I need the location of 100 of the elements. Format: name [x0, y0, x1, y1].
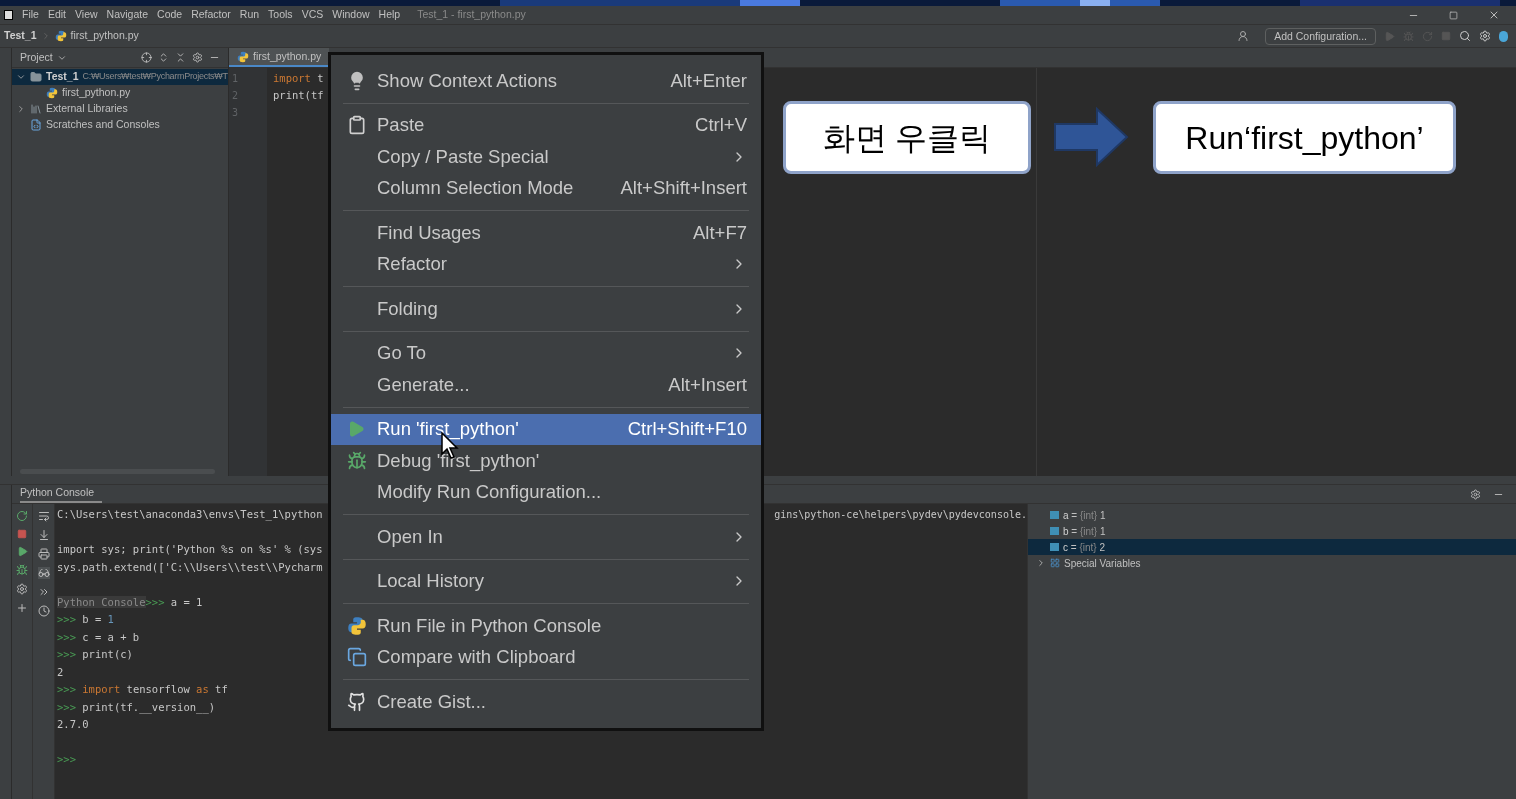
- context-menu-item[interactable]: Debug 'first_python': [331, 445, 761, 477]
- settings-icon[interactable]: [192, 52, 203, 63]
- menu-item[interactable]: File: [22, 7, 39, 23]
- compare-icon: [347, 647, 367, 668]
- console-line: sys.path.extend(['C:\\Users\\test\\Pycharm: [57, 559, 323, 575]
- play-icon: [347, 420, 365, 439]
- arrow-icon: [1053, 107, 1129, 167]
- glasses-icon[interactable]: [37, 567, 50, 579]
- context-menu-item[interactable]: Local History: [331, 565, 761, 597]
- settings-icon[interactable]: [1470, 488, 1481, 500]
- expand-all-icon[interactable]: [158, 52, 169, 63]
- expand-icon[interactable]: [1036, 558, 1046, 568]
- console-line: Python Console>>> a = 1: [57, 594, 203, 610]
- menu-item[interactable]: Edit: [47, 7, 66, 23]
- code-line: import t: [273, 71, 324, 86]
- python-file-icon: [46, 87, 58, 99]
- menu-item[interactable]: Navigate: [106, 7, 149, 23]
- console-line: >>>: [57, 752, 76, 767]
- step-callout: 화면 우클릭: [783, 101, 1031, 174]
- search-icon[interactable]: [1459, 30, 1471, 42]
- variable-row[interactable]: c = {int} 2: [1028, 539, 1516, 555]
- python-file-icon: [237, 50, 249, 63]
- expand-icon[interactable]: [16, 72, 26, 82]
- console-line: >>> print(tf.__version__): [57, 699, 216, 716]
- console-line: C:\Users\test\anaconda3\envs\Test_1\python: [57, 507, 323, 523]
- debug-icon[interactable]: [16, 564, 28, 576]
- context-menu-item[interactable]: Open In: [331, 521, 761, 553]
- console-line: 2.7.0: [57, 717, 89, 732]
- code-line: print(tf: [273, 88, 324, 103]
- run-configuration-button[interactable]: Add Configuration...: [1265, 27, 1376, 45]
- history-icon[interactable]: [37, 605, 50, 617]
- locate-icon[interactable]: [141, 52, 152, 63]
- app-logo-icon: [4, 10, 13, 20]
- menu-item[interactable]: Window: [332, 7, 370, 23]
- tree-item[interactable]: Test_1 C:₩Users₩test₩PycharmProjects₩T: [12, 69, 228, 85]
- print-icon[interactable]: [37, 548, 50, 560]
- context-menu-item[interactable]: Run 'first_python' Ctrl+Shift+F10: [331, 413, 761, 445]
- restore-icon[interactable]: [1449, 10, 1458, 20]
- menu-item[interactable]: View: [75, 7, 98, 23]
- python-file-icon: [54, 30, 67, 42]
- rerun-icon[interactable]: [16, 510, 28, 522]
- close-icon[interactable]: [1488, 9, 1500, 21]
- bug-icon: [347, 450, 367, 471]
- run-icon[interactable]: [16, 546, 28, 557]
- settings-icon[interactable]: [16, 583, 28, 595]
- console-line: gins\python-ce\helpers\pydev\pydevconsole.: [774, 508, 1027, 522]
- context-menu-item[interactable]: Create Gist...: [331, 686, 761, 718]
- grid-icon: [1050, 558, 1060, 568]
- console-line: 2: [57, 664, 64, 680]
- scratch-icon: [30, 119, 42, 131]
- wrap-icon[interactable]: [37, 510, 50, 522]
- folder-icon: [30, 71, 42, 83]
- settings-icon[interactable]: [1479, 30, 1491, 42]
- menu-item[interactable]: VCS: [301, 7, 324, 23]
- tree-item[interactable]: Special Variables: [1064, 555, 1141, 571]
- breadcrumb[interactable]: Test_1: [4, 28, 37, 44]
- window-title: Test_1 - first_python.py: [417, 7, 526, 23]
- console-line: import sys; print('Python %s on %s' % (sys: [57, 542, 323, 557]
- context-menu-item[interactable]: Copy / Paste Special: [331, 141, 761, 173]
- editor-tab[interactable]: first_python.py: [229, 48, 330, 67]
- context-menu-item[interactable]: Generate... Alt+Insert: [331, 369, 761, 401]
- menu-item[interactable]: Refactor: [191, 7, 231, 23]
- console-line: >>> import tensorflow as tf: [57, 682, 228, 697]
- context-menu-item[interactable]: Modify Run Configuration...: [331, 476, 761, 508]
- python-icon: [347, 615, 367, 636]
- context-menu-item[interactable]: Column Selection Mode Alt+Shift+Insert: [331, 172, 761, 204]
- collapse-all-icon[interactable]: [175, 52, 186, 63]
- context-menu-item[interactable]: Go To: [331, 337, 761, 369]
- scroll-end-icon[interactable]: [37, 529, 50, 541]
- context-menu-item[interactable]: Folding: [331, 293, 761, 325]
- library-icon: [30, 103, 42, 115]
- github-icon: [347, 691, 367, 712]
- menu-item[interactable]: Tools: [268, 7, 293, 23]
- menu-item[interactable]: Code: [157, 7, 183, 23]
- execute-icon[interactable]: [37, 586, 50, 598]
- menu-item[interactable]: Help: [378, 7, 401, 23]
- context-menu-item[interactable]: Find Usages Alt+F7: [331, 217, 761, 249]
- menu-item[interactable]: Run: [239, 7, 260, 23]
- expand-icon[interactable]: [16, 104, 26, 114]
- stop-icon[interactable]: [17, 529, 27, 539]
- project-panel-title[interactable]: Project: [20, 49, 53, 66]
- console-line: >>> b = 1: [57, 612, 114, 627]
- context-menu-item[interactable]: Compare with Clipboard: [331, 641, 761, 673]
- tree-item[interactable]: Scratches and Consoles: [12, 117, 228, 133]
- breadcrumb[interactable]: first_python.py: [70, 28, 139, 44]
- tree-item[interactable]: External Libraries: [12, 101, 228, 117]
- context-menu-item[interactable]: Refactor: [331, 248, 761, 280]
- variable-row[interactable]: b = {int} 1: [1028, 523, 1516, 539]
- context-menu-item[interactable]: Show Context Actions Alt+Enter: [331, 65, 761, 97]
- console-line: >>> c = a + b: [57, 629, 140, 645]
- console-line: >>> print(c): [57, 647, 133, 662]
- clipboard-icon: [347, 115, 367, 136]
- step-callout: Run‘first_python’: [1153, 101, 1456, 174]
- add-icon[interactable]: [16, 602, 28, 614]
- variable-row[interactable]: a = {int} 1: [1028, 507, 1516, 523]
- user-icon[interactable]: [1237, 30, 1250, 42]
- console-tab[interactable]: Python Console: [20, 485, 103, 503]
- context-menu-item[interactable]: Run File in Python Console: [331, 610, 761, 642]
- context-menu-item[interactable]: Paste Ctrl+V: [331, 109, 761, 141]
- tree-item[interactable]: first_python.py: [12, 85, 228, 101]
